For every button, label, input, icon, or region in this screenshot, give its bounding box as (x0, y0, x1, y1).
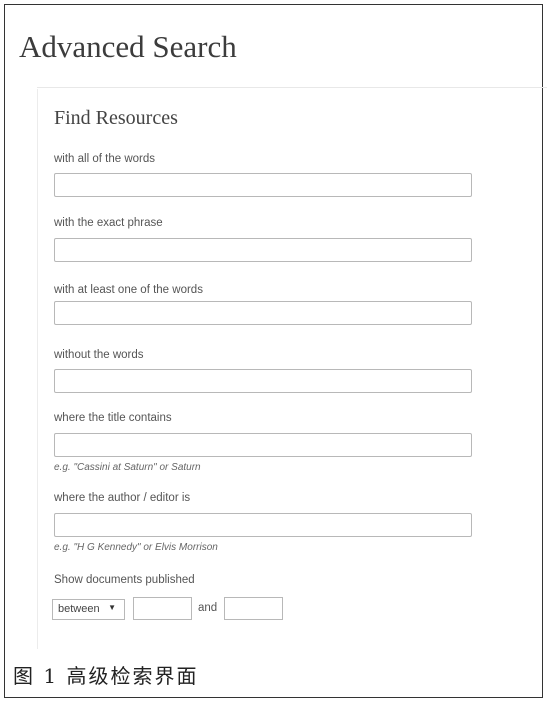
published-from-input[interactable] (133, 597, 192, 620)
published-label: Show documents published (54, 574, 195, 586)
title-contains-label: where the title contains (54, 412, 172, 424)
without-words-label: without the words (54, 349, 144, 361)
exact-phrase-label: with the exact phrase (54, 217, 163, 229)
any-words-label: with at least one of the words (54, 284, 203, 296)
all-words-label: with all of the words (54, 153, 155, 165)
published-to-input[interactable] (224, 597, 283, 620)
title-contains-input[interactable] (54, 433, 472, 457)
figure-caption: 图 1 高级检索界面 (13, 664, 199, 688)
page-title: Advanced Search (19, 29, 237, 64)
exact-phrase-input[interactable] (54, 238, 472, 262)
title-divider (37, 87, 547, 88)
author-editor-input[interactable] (54, 513, 472, 537)
figure-frame: Advanced Search Find Resources with all … (4, 4, 547, 698)
published-mode-value: between (58, 603, 100, 615)
any-words-input[interactable] (54, 301, 472, 325)
dropdown-arrow-icon: ▼ (108, 603, 116, 612)
all-words-input[interactable] (54, 173, 472, 197)
without-words-input[interactable] (54, 369, 472, 393)
and-label: and (198, 602, 218, 614)
author-editor-label: where the author / editor is (54, 492, 191, 504)
find-resources-panel: Find Resources with all of the words wit… (37, 89, 548, 649)
author-hint: e.g. "H G Kennedy" or Elvis Morrison (54, 542, 218, 553)
title-hint: e.g. "Cassini at Saturn" or Saturn (54, 462, 201, 473)
published-mode-select[interactable]: between ▼ (52, 599, 125, 620)
panel-title: Find Resources (54, 107, 178, 129)
